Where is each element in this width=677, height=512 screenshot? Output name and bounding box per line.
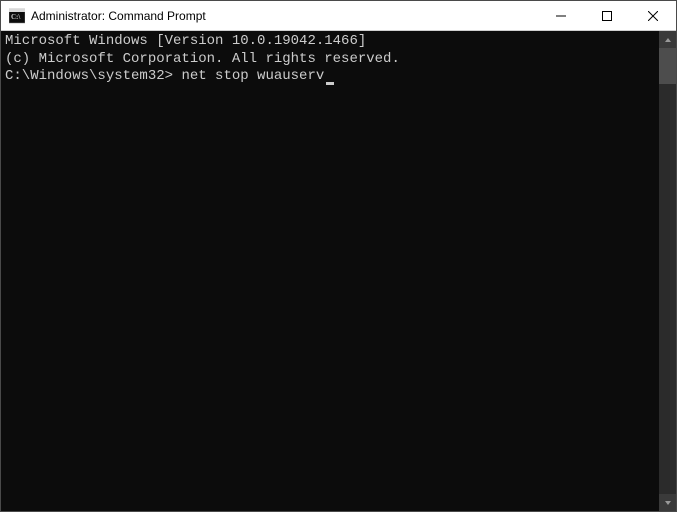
terminal-output[interactable]: Microsoft Windows [Version 10.0.19042.14…: [1, 31, 659, 511]
output-line: (c) Microsoft Corporation. All rights re…: [5, 51, 655, 69]
command-prompt-window: C:\ Administrator: Command Prompt Micros…: [0, 0, 677, 512]
titlebar[interactable]: C:\ Administrator: Command Prompt: [1, 1, 676, 31]
maximize-button[interactable]: [584, 1, 630, 30]
cmd-icon: C:\: [9, 8, 25, 24]
output-line: Microsoft Windows [Version 10.0.19042.14…: [5, 33, 655, 51]
scrollbar-thumb[interactable]: [659, 48, 676, 84]
minimize-button[interactable]: [538, 1, 584, 30]
scroll-down-button[interactable]: [659, 494, 676, 511]
typed-command: net stop wuauserv: [181, 68, 324, 84]
window-controls: [538, 1, 676, 30]
content-area: Microsoft Windows [Version 10.0.19042.14…: [1, 31, 676, 511]
scroll-up-button[interactable]: [659, 31, 676, 48]
svg-text:C:\: C:\: [11, 13, 21, 21]
prompt-line: C:\Windows\system32> net stop wuauserv: [5, 68, 655, 86]
prompt-path: C:\Windows\system32>: [5, 68, 173, 84]
vertical-scrollbar[interactable]: [659, 31, 676, 511]
window-title: Administrator: Command Prompt: [31, 9, 538, 23]
text-cursor-icon: [326, 82, 334, 85]
close-button[interactable]: [630, 1, 676, 30]
